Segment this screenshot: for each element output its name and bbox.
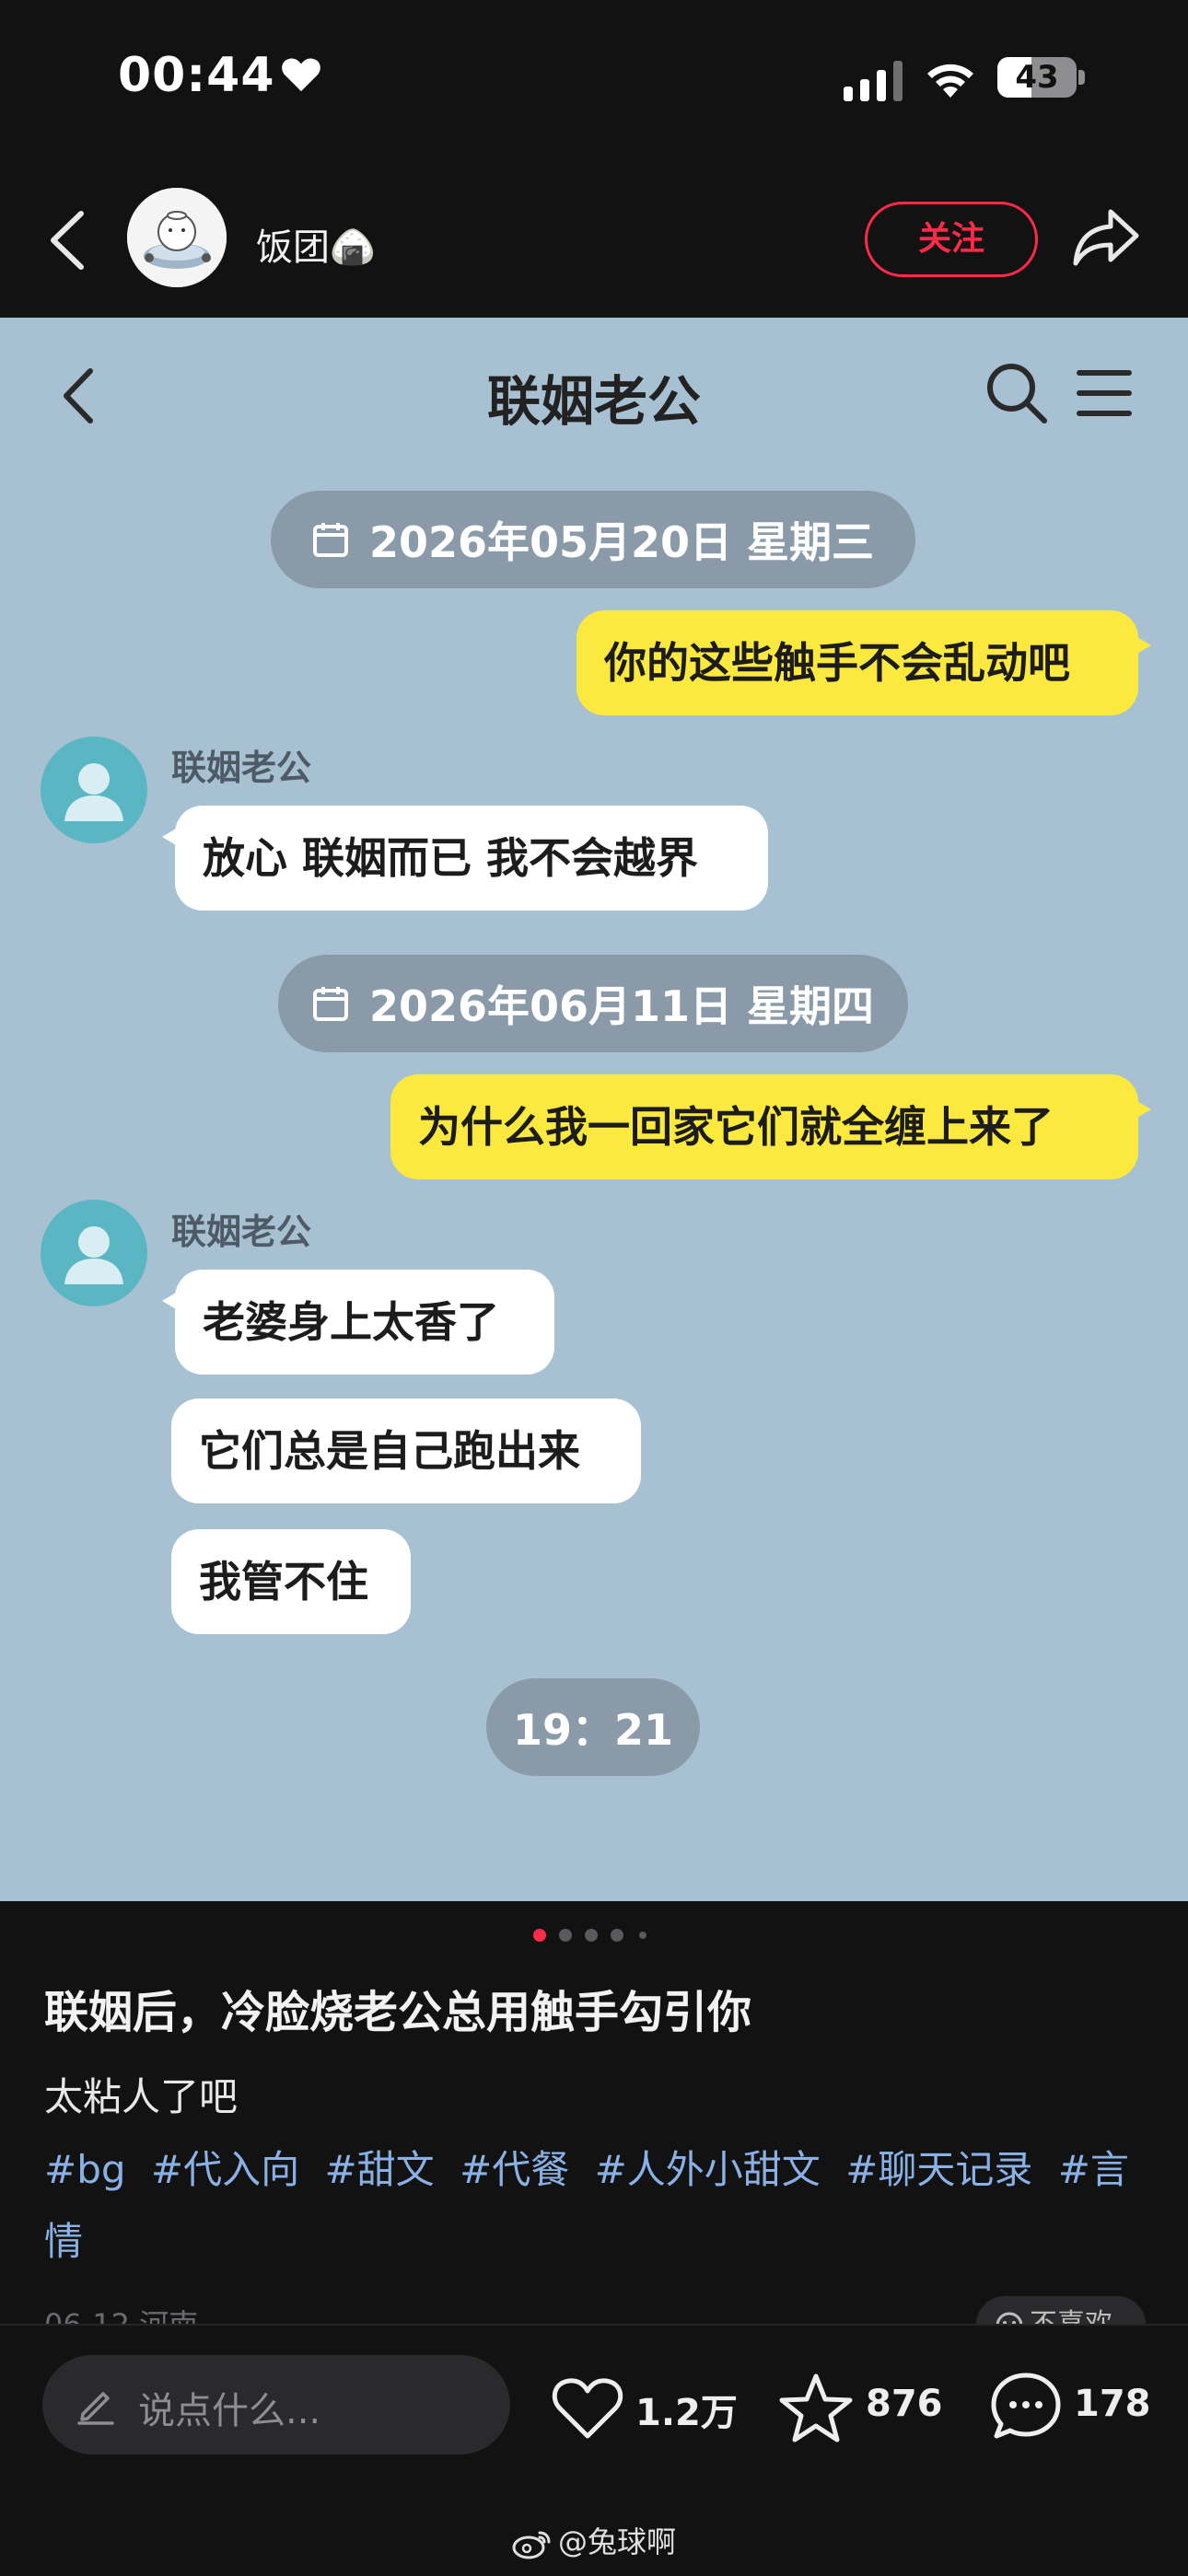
favorite-count: 876 bbox=[866, 2383, 943, 2425]
favorite-star-icon[interactable] bbox=[779, 2372, 853, 2443]
like-heart-icon[interactable] bbox=[551, 2375, 624, 2442]
date-divider: 2026年06月11日 星期四 bbox=[278, 955, 908, 1052]
post-image-chat-screenshot[interactable]: 联姻老公 2026年05月20日 星期三 你的这些触手不会乱动吧 联姻老公 放心… bbox=[0, 318, 1188, 1901]
weibo-watermark: @兔球啊 bbox=[0, 2519, 1188, 2561]
heart-icon bbox=[282, 58, 320, 92]
message-bubble-contact: 我管不住 bbox=[171, 1529, 411, 1634]
comment-placeholder: 说点什么... bbox=[138, 2390, 321, 2432]
battery-indicator: 43 bbox=[997, 57, 1086, 98]
like-count: 1.2万 bbox=[635, 2392, 738, 2434]
watermark-text: @兔球啊 bbox=[557, 2524, 676, 2559]
author-avatar[interactable] bbox=[127, 188, 227, 287]
contact-avatar bbox=[41, 737, 147, 843]
sender-name: 联姻老公 bbox=[171, 748, 312, 788]
chat-search-icon bbox=[987, 364, 1047, 424]
post-title: 联姻后，冷脸烧老公总用触手勾引你 bbox=[44, 1987, 752, 2038]
hashtag[interactable]: #代餐 bbox=[460, 2147, 569, 2192]
message-bubble-contact: 老婆身上太香了 bbox=[162, 1270, 554, 1375]
chat-menu-icon bbox=[1077, 370, 1132, 416]
date-text: 2026年05月20日 星期三 bbox=[368, 517, 875, 567]
calendar-icon bbox=[312, 987, 348, 1021]
comment-bubble-icon[interactable] bbox=[989, 2370, 1063, 2443]
date-text: 2026年06月11日 星期四 bbox=[368, 981, 875, 1031]
comment-count: 178 bbox=[1074, 2383, 1151, 2425]
message-bubble-self: 为什么我一回家它们就全缠上来了 bbox=[390, 1074, 1151, 1179]
cellular-signal-icon bbox=[844, 61, 903, 101]
pager-dot-active bbox=[533, 1929, 546, 1942]
pager-dot bbox=[611, 1929, 623, 1942]
wifi-icon bbox=[927, 64, 973, 98]
comment-input[interactable]: 说点什么... bbox=[42, 2355, 510, 2454]
message-bubble-contact: 放心 联姻而已 我不会越界 bbox=[162, 806, 768, 911]
person-icon bbox=[64, 1226, 123, 1284]
contact-avatar bbox=[41, 1200, 147, 1306]
person-icon bbox=[64, 763, 123, 821]
calendar-icon bbox=[312, 523, 348, 557]
back-icon[interactable] bbox=[46, 208, 88, 273]
post-body: 太粘人了吧 bbox=[44, 2074, 239, 2119]
message-bubble-contact: 它们总是自己跑出来 bbox=[171, 1398, 641, 1503]
hashtag[interactable]: #甜文 bbox=[324, 2147, 434, 2192]
author-name[interactable]: 饭团🍙 bbox=[256, 217, 376, 271]
status-time: 00:44 bbox=[118, 48, 275, 103]
hashtag-list: #bg #代入向 #甜文 #代餐 #人外小甜文 #聊天记录 #言情 bbox=[44, 2134, 1149, 2278]
message-bubble-self: 你的这些触手不会乱动吧 bbox=[577, 610, 1151, 715]
share-icon[interactable] bbox=[1072, 204, 1142, 271]
date-divider: 2026年05月20日 星期三 bbox=[271, 491, 915, 588]
follow-button[interactable]: 关注 bbox=[865, 202, 1038, 277]
pager-dot bbox=[639, 1932, 646, 1939]
avatar-image bbox=[127, 188, 227, 287]
time-divider: 19：21 bbox=[486, 1678, 700, 1776]
hashtag[interactable]: #聊天记录 bbox=[845, 2147, 1032, 2192]
pager-dot bbox=[559, 1929, 572, 1942]
sender-name: 联姻老公 bbox=[171, 1212, 312, 1252]
weibo-logo-icon bbox=[512, 2531, 551, 2559]
hashtag[interactable]: #人外小甜文 bbox=[595, 2147, 821, 2192]
pager-dot bbox=[585, 1929, 598, 1942]
hashtag[interactable]: #bg bbox=[44, 2147, 126, 2192]
hashtag[interactable]: #代入向 bbox=[151, 2147, 299, 2192]
battery-percent: 43 bbox=[1015, 59, 1059, 96]
pen-icon bbox=[77, 2392, 114, 2425]
image-pager-dots bbox=[533, 1929, 646, 1942]
